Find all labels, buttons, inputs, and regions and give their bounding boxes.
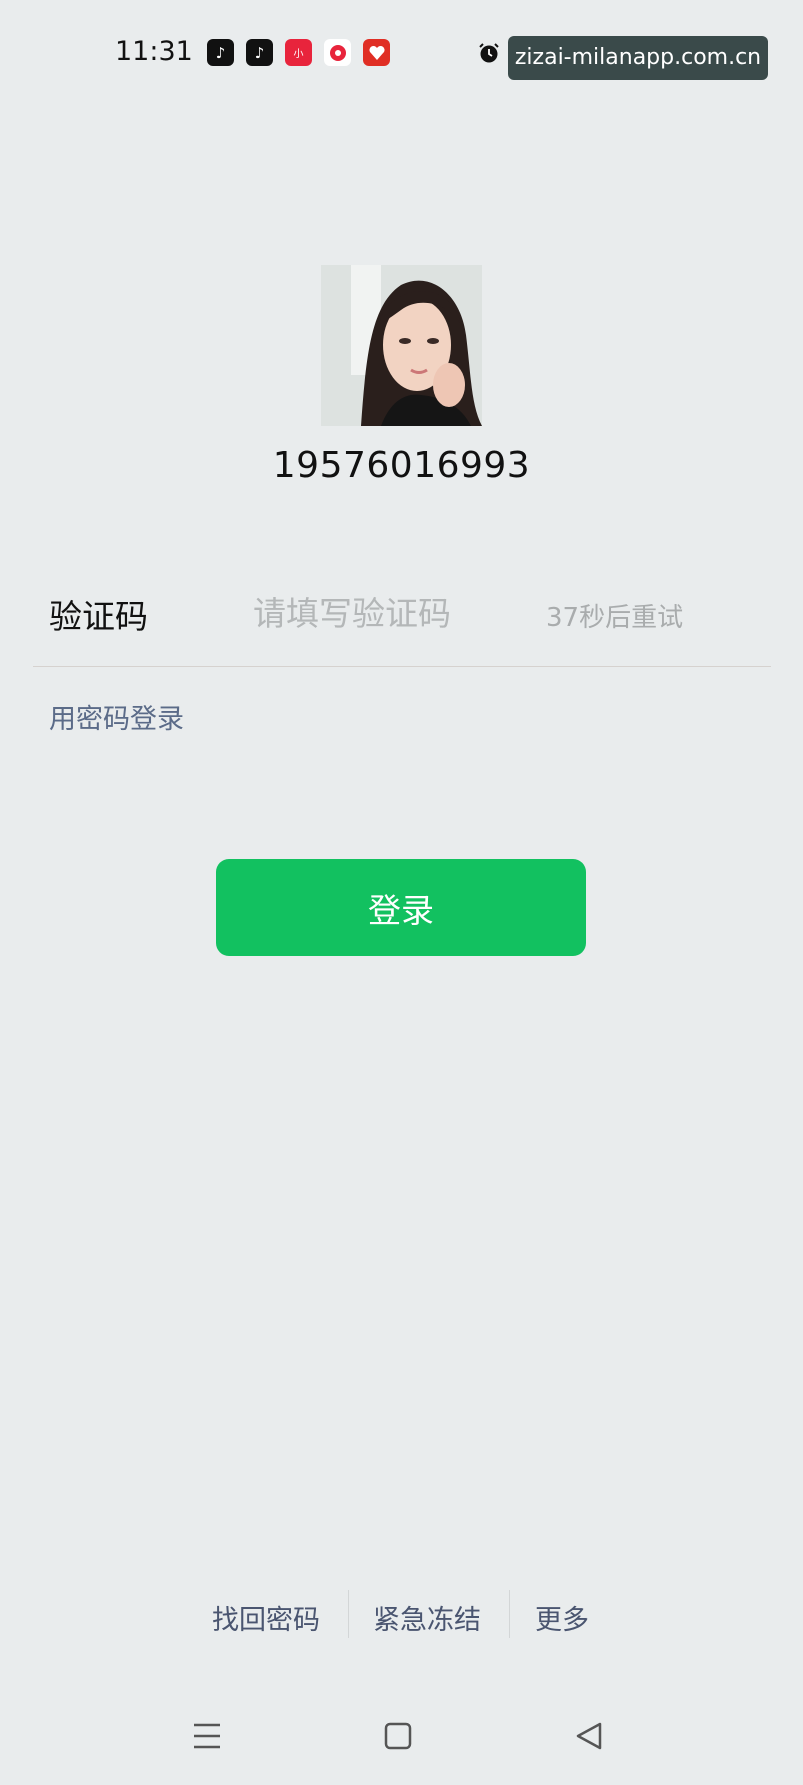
home-icon[interactable] bbox=[378, 1716, 418, 1756]
code-label: 验证码 bbox=[49, 597, 148, 636]
avatar bbox=[321, 265, 482, 426]
account-phone: 19576016993 bbox=[272, 445, 531, 486]
emergency-freeze-link[interactable]: 紧急冻结 bbox=[373, 1598, 481, 1637]
tiktok-icon: ♪ bbox=[246, 39, 273, 66]
menu-icon[interactable] bbox=[187, 1716, 227, 1756]
alarm-icon bbox=[479, 43, 499, 63]
more-link[interactable]: 更多 bbox=[535, 1598, 589, 1637]
code-input[interactable] bbox=[253, 587, 513, 639]
status-time: 11:31 bbox=[115, 36, 193, 67]
login-button[interactable]: 登录 bbox=[216, 859, 586, 956]
video-app-icon bbox=[324, 39, 351, 66]
tiktok-icon: ♪ bbox=[207, 39, 234, 66]
xiaohongshu-icon: 小 bbox=[285, 39, 312, 66]
recover-password-link[interactable]: 找回密码 bbox=[212, 1598, 320, 1637]
divider bbox=[33, 666, 771, 667]
back-icon[interactable] bbox=[570, 1716, 610, 1756]
password-login-link[interactable]: 用密码登录 bbox=[49, 697, 184, 736]
pinduoduo-icon bbox=[363, 39, 390, 66]
watermark: zizai-milanapp.com.cn bbox=[508, 36, 768, 80]
resend-countdown: 37秒后重试 bbox=[546, 603, 684, 633]
divider bbox=[348, 1590, 349, 1638]
divider bbox=[509, 1590, 510, 1638]
